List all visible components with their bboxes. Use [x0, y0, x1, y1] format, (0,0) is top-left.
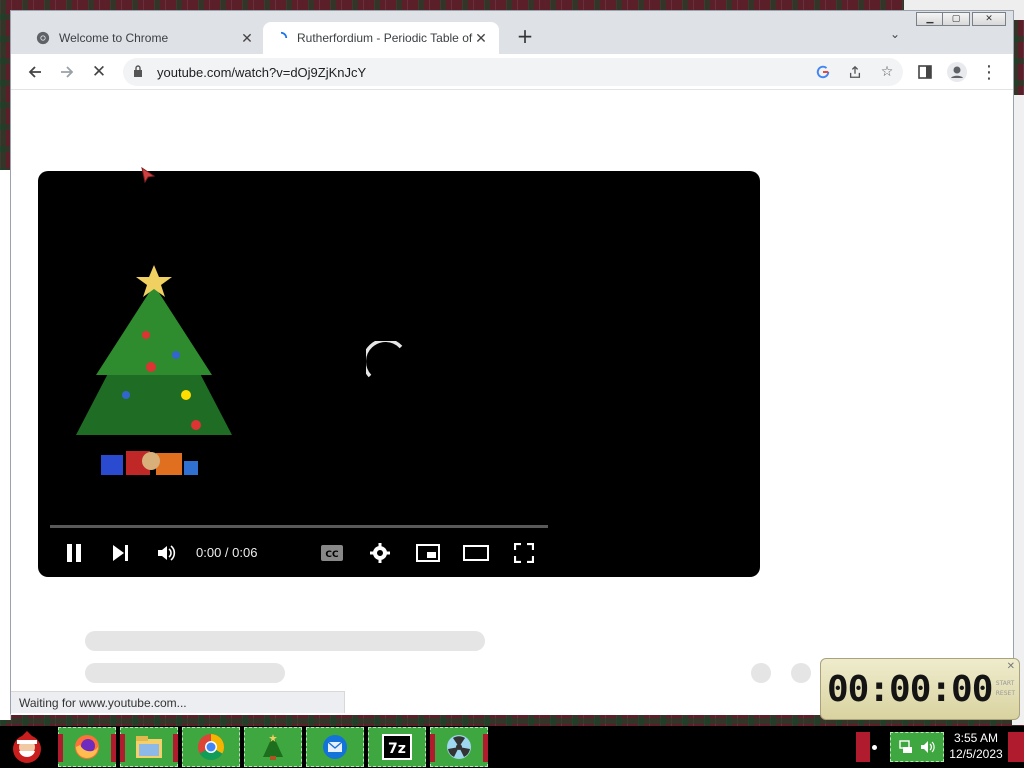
christmas-tree-icon — [76, 265, 232, 475]
address-bar[interactable]: youtube.com/watch?v=dOj9ZjKnJcY ☆ — [123, 58, 903, 86]
tray-indicator — [872, 745, 877, 750]
tray-separator — [856, 732, 870, 762]
taskbar-chrome[interactable] — [182, 727, 240, 767]
taskbar-firefox[interactable] — [58, 727, 116, 767]
pause-button[interactable] — [58, 537, 90, 569]
clock-date: 12/5/2023 — [949, 747, 1003, 761]
clock-time: 3:55 AM — [953, 731, 999, 745]
firefox-icon — [75, 735, 99, 759]
settings-gear-icon — [370, 543, 390, 563]
chrome-logo-icon — [35, 30, 51, 46]
fullscreen-button[interactable] — [508, 537, 540, 569]
share-icon[interactable] — [845, 62, 865, 82]
file-explorer-icon — [136, 736, 162, 758]
theater-mode-button[interactable] — [460, 537, 492, 569]
forward-arrow-icon — [61, 66, 74, 78]
tab-title: Welcome to Chrome — [59, 31, 169, 45]
menu-button[interactable]: ⋮ — [977, 60, 1001, 84]
loading-icon — [273, 30, 289, 46]
volume-icon — [158, 545, 176, 561]
tab-close-icon[interactable]: ✕ — [239, 30, 255, 47]
santa-start-icon — [13, 731, 41, 763]
taskbar-christmas-tree[interactable] — [244, 727, 302, 767]
back-arrow-icon — [28, 66, 41, 78]
svg-text:7z: 7z — [388, 741, 406, 757]
new-tab-button[interactable]: + — [513, 25, 537, 49]
christmas-tree-icon — [263, 734, 283, 760]
stop-loading-button[interactable]: ✕ — [87, 60, 111, 84]
taskbar-7zip[interactable]: 7z — [368, 727, 426, 767]
side-panel-icon — [918, 65, 932, 79]
thunderbird-icon — [323, 735, 347, 759]
loading-spinner-icon — [366, 341, 403, 378]
next-icon — [113, 545, 128, 561]
taskbar: 7z 3:55 AM 12/5/2023 — [0, 726, 1024, 768]
video-player[interactable]: 0:00 / 0:06 CC — [38, 171, 760, 577]
time-display: 0:00 / 0:06 — [196, 545, 258, 560]
taskbar-app[interactable] — [430, 727, 488, 767]
mouse-cursor-icon — [141, 167, 155, 183]
kebab-menu-icon: ⋮ — [980, 61, 998, 83]
app-icon — [447, 735, 471, 759]
miniplayer-button[interactable] — [412, 537, 444, 569]
tab-strip: Welcome to Chrome ✕ Rutherfordium - Peri… — [11, 11, 1013, 54]
taskbar-clock[interactable]: 3:55 AM 12/5/2023 — [946, 730, 1006, 762]
stopwatch-gadget[interactable]: 00:00:00 ✕ START RESET — [820, 658, 1020, 720]
status-bar: Waiting for www.youtube.com... — [11, 691, 345, 713]
action-placeholder — [751, 663, 771, 683]
svg-text:CC: CC — [325, 550, 339, 560]
channel-placeholder — [85, 663, 285, 683]
tab-welcome[interactable]: Welcome to Chrome ✕ — [25, 22, 265, 54]
close-window-button[interactable]: ✕ — [972, 12, 1006, 26]
stopwatch-reset-button[interactable]: RESET — [996, 689, 1015, 699]
taskbar-file-explorer[interactable] — [120, 727, 178, 767]
fullscreen-icon — [514, 543, 534, 563]
show-desktop-button[interactable] — [1008, 732, 1024, 762]
subtitles-button[interactable]: CC — [316, 537, 348, 569]
tab-close-icon[interactable]: ✕ — [473, 30, 489, 47]
next-button[interactable] — [104, 537, 136, 569]
system-tray — [890, 732, 944, 762]
pause-icon — [67, 544, 81, 562]
profile-button[interactable] — [945, 60, 969, 84]
volume-button[interactable] — [150, 537, 182, 569]
lock-icon — [133, 64, 147, 80]
miniplayer-icon — [416, 544, 440, 562]
player-controls: 0:00 / 0:06 CC — [38, 537, 578, 571]
chrome-window: Welcome to Chrome ✕ Rutherfordium - Peri… — [10, 10, 1014, 715]
back-button[interactable] — [23, 60, 47, 84]
stopwatch-start-button[interactable]: START — [996, 679, 1015, 689]
tab-rutherfordium[interactable]: Rutherfordium - Periodic Table of ✕ — [263, 22, 499, 54]
minimize-button[interactable]: ▁ — [916, 12, 944, 26]
stopwatch-display: 00:00:00 — [827, 669, 993, 710]
side-panel-button[interactable] — [913, 60, 937, 84]
7zip-icon: 7z — [382, 734, 412, 760]
start-button[interactable] — [2, 727, 52, 767]
taskbar-thunderbird[interactable] — [306, 727, 364, 767]
theater-icon — [463, 545, 489, 561]
network-icon[interactable] — [898, 739, 914, 755]
browser-toolbar: ✕ youtube.com/watch?v=dOj9ZjKnJcY ☆ ⋮ — [11, 54, 1013, 90]
title-placeholder — [85, 631, 485, 651]
page-content: 0:00 / 0:06 CC — [11, 91, 1013, 715]
tab-search-chevron-icon[interactable]: ⌄ — [885, 27, 905, 47]
tab-title: Rutherfordium - Periodic Table of — [297, 31, 473, 45]
maximize-button[interactable]: ▢ — [942, 12, 970, 26]
forward-button[interactable] — [55, 60, 79, 84]
google-lens-icon[interactable] — [813, 62, 833, 82]
url-text[interactable]: youtube.com/watch?v=dOj9ZjKnJcY — [157, 65, 366, 80]
settings-button[interactable] — [364, 537, 396, 569]
action-placeholder — [791, 663, 811, 683]
bookmark-star-icon[interactable]: ☆ — [877, 62, 897, 82]
chrome-icon — [198, 734, 225, 761]
stop-icon: ✕ — [91, 62, 107, 82]
gadget-close-icon[interactable]: ✕ — [1007, 661, 1015, 672]
video-progress-bar[interactable] — [50, 525, 548, 528]
avatar-icon — [947, 62, 967, 82]
speaker-icon[interactable] — [920, 739, 936, 755]
cc-icon: CC — [321, 545, 343, 561]
